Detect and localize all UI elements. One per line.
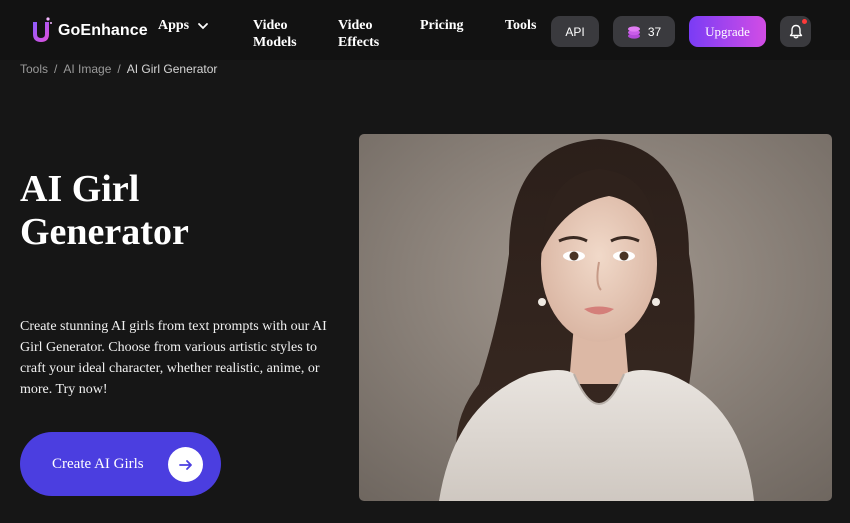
nav-apps[interactable]: Apps <box>158 17 209 34</box>
portrait-illustration <box>359 134 832 501</box>
create-ai-girls-button[interactable]: Create AI Girls <box>20 432 221 496</box>
bell-icon <box>789 24 802 39</box>
page-title-line1: AI Girl <box>20 168 140 210</box>
breadcrumb-current: AI Girl Generator <box>126 62 218 76</box>
nav-video-models-line1: Video <box>253 18 288 33</box>
notification-dot <box>802 19 807 24</box>
nav-tools[interactable]: Tools <box>505 17 536 34</box>
breadcrumb-separator: / <box>117 62 121 76</box>
breadcrumb: Tools / AI Image / AI Girl Generator <box>20 62 217 76</box>
notifications-button[interactable] <box>780 16 811 47</box>
create-ai-girls-label: Create AI Girls <box>52 455 144 472</box>
hero-description: Create stunning AI girls from text promp… <box>20 319 327 397</box>
breadcrumb-ai-image[interactable]: AI Image <box>63 62 111 76</box>
nav-video-models[interactable]: Video Models <box>253 17 297 51</box>
page-title-line2: Generator <box>20 211 189 253</box>
nav-video-effects-line2: Effects <box>338 35 380 50</box>
api-button[interactable]: API <box>551 16 599 47</box>
goenhance-logo[interactable]: GoEnhance <box>28 16 148 46</box>
hero-portrait-image <box>359 134 832 501</box>
arrow-right-icon <box>178 459 192 470</box>
breadcrumb-tools[interactable]: Tools <box>20 62 48 76</box>
nav-pricing[interactable]: Pricing <box>420 17 464 34</box>
nav-video-models-line2: Models <box>253 35 297 50</box>
coin-stack-icon <box>627 25 640 39</box>
credits-button[interactable]: 37 <box>613 16 675 47</box>
credits-count: 37 <box>647 24 662 39</box>
top-nav-bar: GoEnhance Apps Video Models Video Effect… <box>0 0 850 60</box>
logo-text: GoEnhance <box>58 22 148 39</box>
goenhance-logo-icon <box>33 17 52 42</box>
chevron-down-icon <box>198 22 209 29</box>
upgrade-button[interactable]: Upgrade <box>689 16 766 47</box>
nav-apps-label: Apps <box>158 18 190 33</box>
arrow-right-circle <box>168 447 203 482</box>
nav-video-effects[interactable]: Video Effects <box>338 17 379 51</box>
page-title: AI Girl Generator <box>20 168 340 254</box>
nav-video-effects-line1: Video <box>338 18 373 33</box>
breadcrumb-separator: / <box>54 62 58 76</box>
